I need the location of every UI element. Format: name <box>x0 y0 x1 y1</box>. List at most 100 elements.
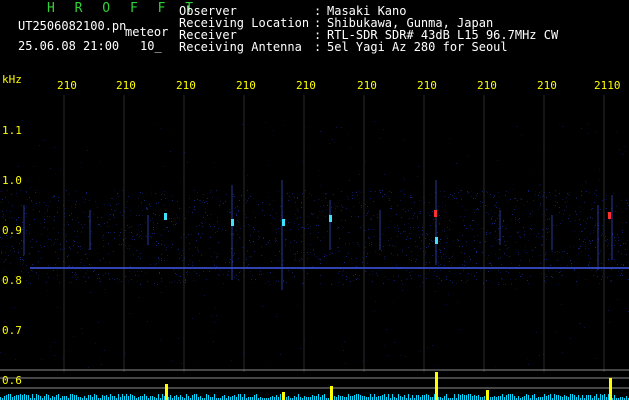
noise-speck <box>214 252 215 253</box>
noise-speck <box>66 234 67 235</box>
noise-speck <box>419 237 420 238</box>
noise-speck <box>496 240 497 241</box>
noise-speck <box>329 254 330 255</box>
noise-speck <box>107 222 108 223</box>
noise-speck <box>540 173 541 174</box>
noise-speck <box>519 236 520 237</box>
noise-speck <box>259 237 260 238</box>
noise-speck <box>388 240 389 241</box>
noise-speck <box>614 259 615 260</box>
noise-speck <box>150 264 151 265</box>
noise-speck <box>295 254 296 255</box>
noise-speck <box>239 200 240 201</box>
noise-speck <box>117 194 118 195</box>
noise-speck <box>245 214 246 215</box>
noise-speck <box>501 211 502 212</box>
noise-speck <box>498 282 499 283</box>
noise-speck <box>31 200 32 201</box>
noise-speck <box>369 238 370 239</box>
noise-speck <box>163 205 164 206</box>
noise-speck <box>15 230 16 231</box>
noise-speck <box>479 246 480 247</box>
noise-speck <box>321 200 322 201</box>
noise-speck <box>123 239 124 240</box>
noise-speck <box>560 223 561 224</box>
noise-speck <box>48 239 49 240</box>
noise-speck <box>444 265 445 266</box>
noise-speck <box>193 280 194 281</box>
level-bar <box>288 396 289 400</box>
noise-speck <box>139 297 140 298</box>
noise-speck <box>69 282 70 283</box>
noise-speck <box>478 209 479 210</box>
noise-speck <box>310 150 311 151</box>
noise-speck <box>398 269 399 270</box>
noise-speck <box>250 257 251 258</box>
noise-speck <box>189 228 190 229</box>
noise-speck <box>425 251 426 252</box>
noise-speck <box>314 254 315 255</box>
noise-speck <box>364 230 365 231</box>
noise-speck <box>141 231 142 232</box>
noise-speck <box>473 220 474 221</box>
noise-speck <box>233 238 234 239</box>
noise-speck <box>466 245 467 246</box>
noise-speck <box>100 260 101 261</box>
noise-speck <box>85 199 86 200</box>
noise-speck <box>535 191 536 192</box>
noise-speck <box>155 137 156 138</box>
noise-speck <box>67 222 68 223</box>
noise-speck <box>300 348 301 349</box>
level-bar <box>232 396 233 400</box>
noise-speck <box>498 270 499 271</box>
noise-speck <box>446 236 447 237</box>
noise-speck <box>562 126 563 127</box>
level-bar <box>334 396 335 400</box>
noise-speck <box>185 280 186 281</box>
noise-speck <box>330 252 331 253</box>
noise-speck <box>626 200 627 201</box>
noise-speck <box>389 245 390 246</box>
noise-speck <box>388 279 389 280</box>
noise-speck <box>276 316 277 317</box>
noise-speck <box>444 191 445 192</box>
noise-speck <box>238 210 239 211</box>
noise-speck <box>155 193 156 194</box>
noise-speck <box>179 280 180 281</box>
noise-speck <box>156 245 157 246</box>
noise-speck <box>493 197 494 198</box>
noise-speck <box>500 272 501 273</box>
noise-speck <box>301 241 302 242</box>
noise-speck <box>429 239 430 240</box>
noise-speck <box>602 200 603 201</box>
noise-speck <box>495 220 496 221</box>
noise-speck <box>82 197 83 198</box>
noise-speck <box>486 212 487 213</box>
noise-speck <box>444 231 445 232</box>
noise-speck <box>260 271 261 272</box>
noise-speck <box>161 258 162 259</box>
level-bar <box>416 395 417 400</box>
noise-speck <box>77 217 78 218</box>
noise-speck <box>103 240 104 241</box>
noise-speck <box>213 341 214 342</box>
noise-speck <box>423 251 424 252</box>
level-bar <box>502 394 503 400</box>
noise-speck <box>229 250 230 251</box>
noise-speck <box>442 202 443 203</box>
noise-speck <box>581 191 582 192</box>
noise-speck <box>364 284 365 285</box>
noise-speck <box>109 279 110 280</box>
noise-speck <box>548 149 549 150</box>
noise-speck <box>515 198 516 199</box>
noise-speck <box>101 217 102 218</box>
noise-speck <box>600 251 601 252</box>
noise-speck <box>237 220 238 221</box>
noise-speck <box>601 279 602 280</box>
noise-speck <box>57 275 58 276</box>
noise-speck <box>406 239 407 240</box>
level-bar <box>354 395 355 400</box>
noise-speck <box>346 256 347 257</box>
noise-speck <box>446 256 447 257</box>
noise-speck <box>567 253 568 254</box>
